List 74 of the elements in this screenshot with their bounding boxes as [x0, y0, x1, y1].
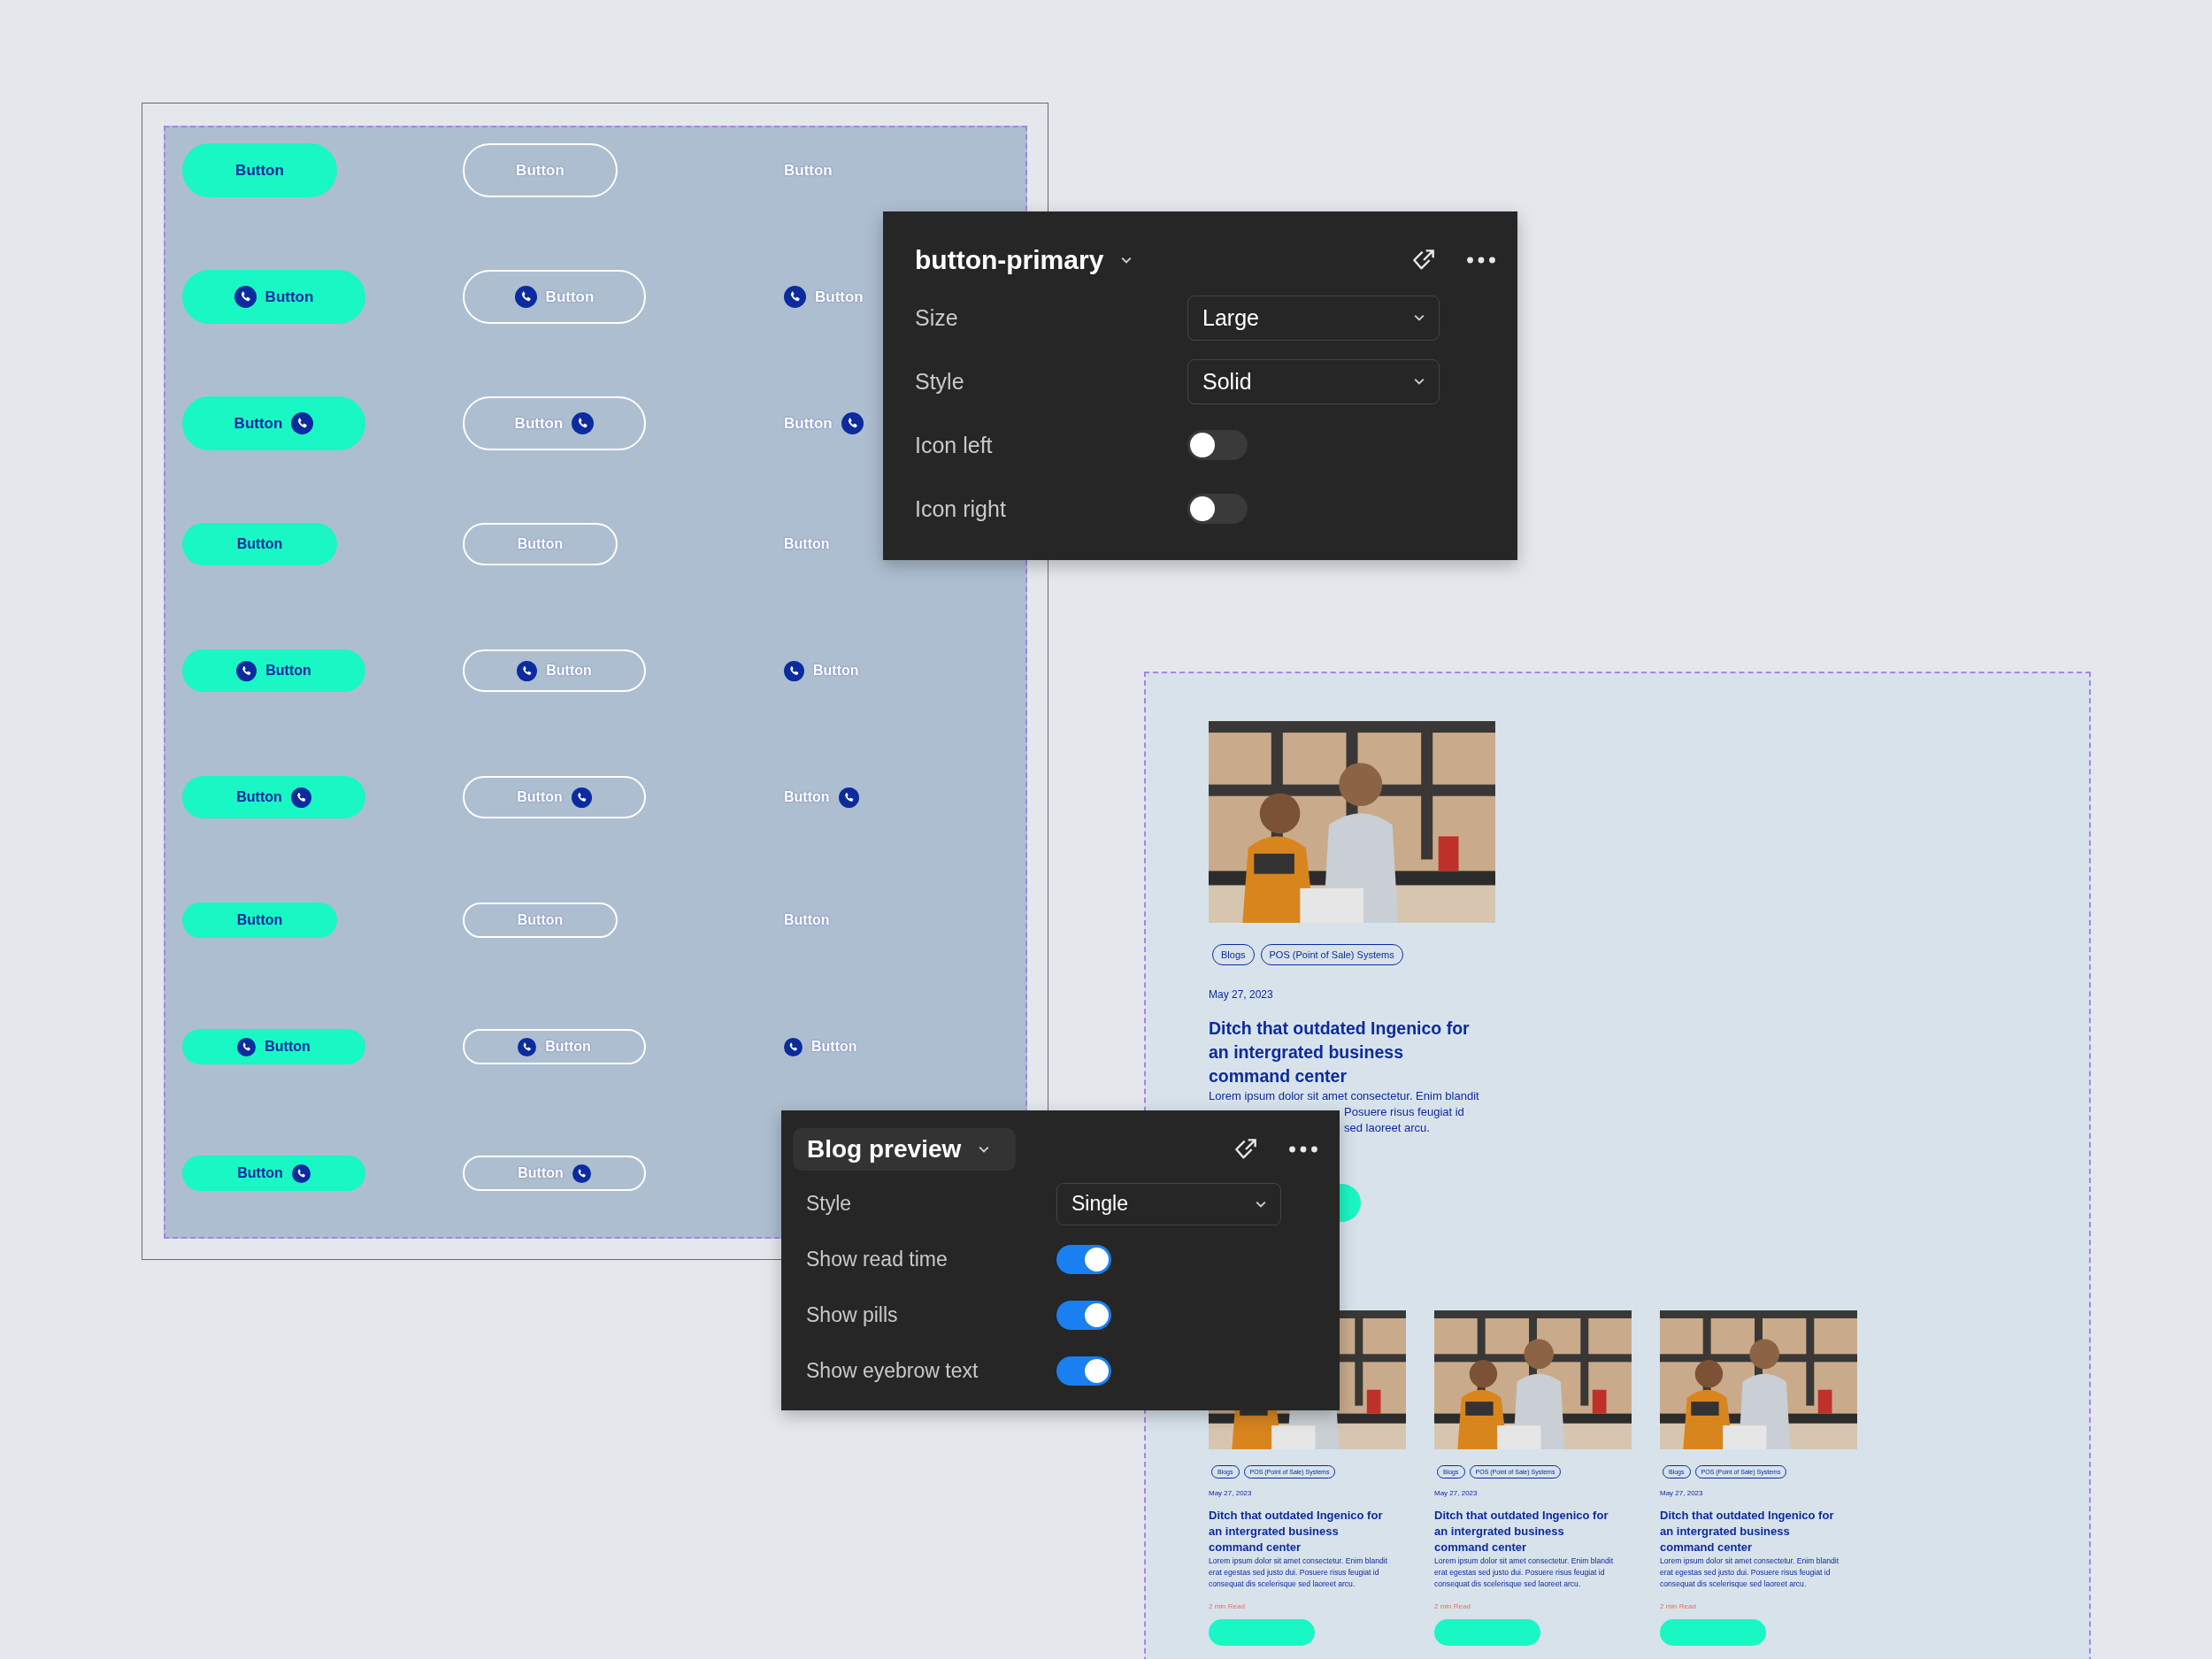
post-excerpt: consequat dis scelerisque sed laoreet arcu. — [1660, 1578, 1808, 1590]
post-excerpt: erat egestas sed justo dui. Posuere risus feugiat id — [1660, 1567, 1832, 1578]
post-excerpt: consequat dis scelerisque sed laoreet arcu. — [1434, 1578, 1582, 1590]
phone-icon — [572, 1164, 591, 1183]
phone-icon — [290, 787, 311, 808]
post-excerpt: sed laoreet arcu. — [1344, 1120, 1431, 1136]
button[interactable]: Button — [182, 143, 337, 197]
property-label: Style — [915, 368, 965, 395]
toggle-switch[interactable] — [1056, 1245, 1111, 1274]
post-excerpt: Lorem ipsum dolor sit amet consectetur. Enim blandit — [1660, 1555, 1840, 1567]
button[interactable]: Button — [182, 902, 337, 938]
post-date: May 27, 2023 — [1209, 1489, 1253, 1497]
phone-icon — [234, 286, 257, 308]
phone-icon — [784, 660, 804, 681]
toggle-switch[interactable] — [1056, 1301, 1111, 1330]
chevron-icon — [1121, 257, 1133, 264]
phone-icon — [784, 1037, 803, 1056]
post-title: Ditch that outdated Ingenico for an intergrated business command center — [1209, 1018, 1471, 1087]
select-field[interactable]: Single — [1056, 1182, 1281, 1225]
phone-icon — [784, 286, 806, 308]
phone-icon — [236, 660, 257, 681]
post-title: Ditch that outdated Ingenico for an intergrated business command center — [1209, 1508, 1384, 1555]
property-label: Icon left — [915, 432, 994, 458]
post-title: Ditch that outdated Ingenico for an intergrated business command center — [1660, 1508, 1835, 1555]
read-time: 2 min Read — [1660, 1602, 1697, 1610]
phone-icon — [838, 787, 859, 808]
button[interactable]: Button — [182, 396, 365, 450]
toggle-switch[interactable] — [1056, 1356, 1111, 1386]
chevron-icon — [1414, 378, 1425, 385]
phone-icon — [291, 1164, 311, 1183]
property-label: Show eyebrow text — [806, 1359, 979, 1383]
button[interactable]: Button — [182, 776, 365, 818]
more-icon[interactable] — [1288, 1145, 1318, 1154]
read-time: 2 min Read — [1209, 1602, 1246, 1610]
button[interactable]: Button — [182, 270, 365, 324]
property-label: Show pills — [806, 1303, 899, 1327]
more-icon[interactable] — [1466, 256, 1496, 265]
select-field[interactable]: Solid — [1187, 358, 1440, 404]
post-excerpt: consequat dis scelerisque sed laoreet arcu. — [1209, 1578, 1356, 1590]
toggle-switch[interactable] — [1187, 494, 1248, 524]
select-field[interactable]: Large — [1187, 295, 1440, 341]
phone-icon — [572, 412, 595, 434]
post-date: May 27, 2023 — [1660, 1489, 1704, 1497]
chevron-icon — [1256, 1200, 1266, 1208]
phone-icon — [517, 660, 538, 681]
phone-icon — [571, 787, 592, 808]
property-label: Icon right — [915, 495, 1007, 522]
phone-icon — [841, 412, 864, 434]
post-title: Ditch that outdated Ingenico for an intergrated business command center — [1434, 1508, 1609, 1555]
button[interactable]: Button — [182, 1029, 365, 1064]
post-excerpt: Lorem ipsum dolor sit amet consectetur. Enim blandit — [1209, 1088, 1480, 1104]
button[interactable]: Button — [182, 1156, 365, 1191]
property-label: Size — [915, 304, 959, 331]
button[interactable]: Button — [182, 523, 337, 565]
chevron-icon — [1414, 314, 1425, 321]
toggle-switch[interactable] — [1187, 430, 1248, 460]
post-excerpt: erat egestas sed justo dui. Posuere risus feugiat id — [1434, 1567, 1606, 1578]
post-date: May 27, 2023 — [1209, 988, 1274, 1001]
component-menu[interactable]: Blog preview — [793, 1128, 1017, 1171]
post-date: May 27, 2023 — [1434, 1489, 1479, 1497]
post-excerpt: erat egestas sed justo dui. Posuere risus feugiat id — [1209, 1567, 1380, 1578]
chevron-icon — [979, 1146, 990, 1153]
post-excerpt: Lorem ipsum dolor sit amet consectetur. Enim blandit — [1209, 1555, 1389, 1567]
property-label: Show read time — [806, 1248, 949, 1271]
phone-icon — [518, 1037, 537, 1056]
phone-icon — [291, 412, 314, 434]
phone-icon — [514, 286, 537, 308]
property-label: Style — [806, 1192, 853, 1216]
component-menu[interactable]: button-primary — [915, 238, 1133, 282]
post-excerpt: Posuere risus feugiat id — [1344, 1104, 1465, 1120]
phone-icon — [237, 1037, 257, 1056]
post-excerpt: Lorem ipsum dolor sit amet consectetur. Enim blandit — [1434, 1555, 1615, 1567]
button[interactable]: Button — [182, 649, 365, 692]
read-time: 2 min Read — [1434, 1602, 1471, 1610]
